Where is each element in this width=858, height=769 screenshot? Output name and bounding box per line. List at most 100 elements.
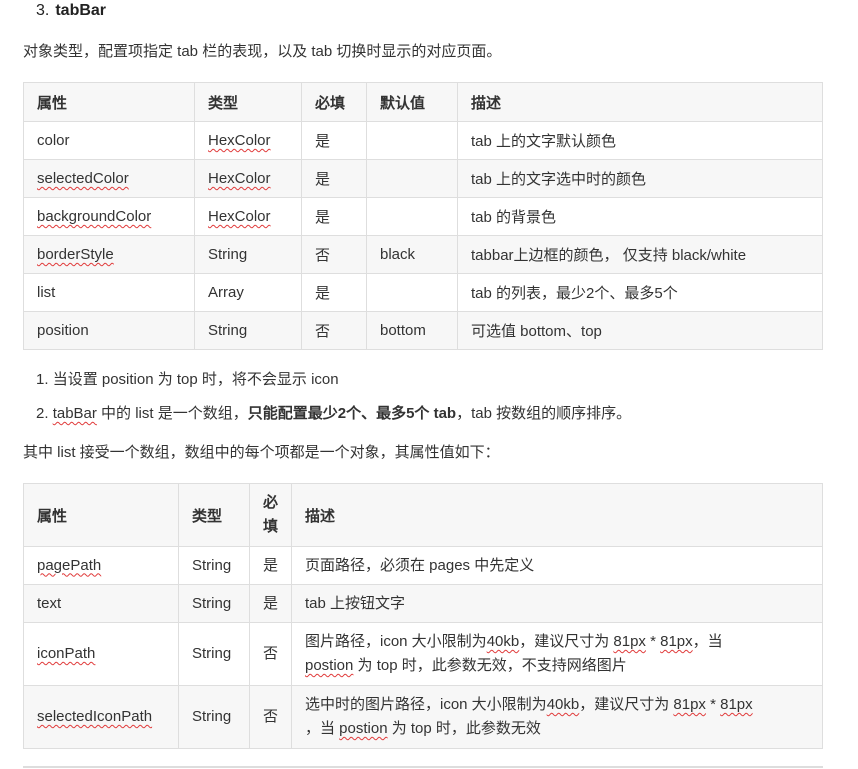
- default-cell: bottom: [366, 311, 458, 350]
- type-cell: HexColor: [194, 121, 302, 160]
- description-cell: 选中时的图片路径，icon 大小限制为40kb，建议尺寸为 81px * 81p…: [291, 685, 823, 749]
- description-term: 81px: [660, 633, 693, 650]
- header-cell: 属性: [23, 82, 195, 122]
- table-row: borderStyle String 否 black tabbar上边框的颜色，…: [23, 235, 823, 274]
- type-cell: String: [194, 235, 302, 274]
- table-row: selectedColor HexColor 是 tab 上的文字选中时的颜色: [23, 159, 823, 198]
- list-intro-paragraph: 其中 list 接受一个数组，数组中的每个项都是一个对象，其属性值如下：: [23, 444, 500, 461]
- description-cell: tab 的背景色: [457, 197, 823, 236]
- description-cell: tab 上按钮文字: [291, 584, 823, 623]
- property-text: backgroundColor: [37, 208, 152, 225]
- note-number: 2.: [36, 405, 49, 422]
- header-cell: 描述: [457, 82, 823, 122]
- table-header-row: 属性 类型 必填 描述: [23, 483, 823, 547]
- header-cell: 属性: [23, 483, 179, 547]
- heading-number: 3.: [36, 2, 50, 19]
- required-cell: 是: [301, 121, 367, 160]
- note-number: 1.: [36, 371, 49, 388]
- required-cell: 是: [301, 273, 367, 312]
- description-term: postion: [305, 657, 354, 674]
- section-heading: 3. tabBar: [36, 2, 106, 20]
- required-cell: 否: [301, 235, 367, 274]
- property-text: pagePath: [37, 556, 102, 574]
- type-text: HexColor: [208, 170, 271, 187]
- default-cell: [366, 273, 458, 312]
- default-cell: [366, 197, 458, 236]
- type-cell: String: [178, 546, 250, 585]
- property-cell: iconPath: [23, 622, 179, 686]
- header-text: 必: [263, 494, 279, 511]
- description-text: *: [705, 696, 721, 713]
- table-row: selectedIconPath String 否 选中时的图片路径，icon …: [23, 685, 823, 749]
- table-row: iconPath String 否 图片路径，icon 大小限制为40kb，建议…: [23, 622, 823, 686]
- heading-title: tabBar: [55, 2, 107, 19]
- property-text: iconPath: [37, 645, 96, 662]
- required-cell: 否: [249, 622, 292, 686]
- table-row: text String 是 tab 上按钮文字: [23, 584, 823, 623]
- description-text: ，建议尺寸为: [579, 696, 674, 713]
- description-text: ，当: [305, 720, 340, 737]
- header-cell: 类型: [178, 483, 250, 547]
- description-cell: 可选值 bottom、top: [457, 311, 823, 350]
- divider: [23, 766, 823, 768]
- description-cell: tab 上的文字选中时的颜色: [457, 159, 823, 198]
- description-term: 81px: [720, 696, 753, 713]
- tabbar-properties-table: 属性 类型 必填 默认值 描述 color HexColor 是 tab 上的文…: [23, 82, 823, 350]
- property-cell: pagePath: [23, 546, 179, 585]
- required-cell: 否: [249, 685, 292, 749]
- default-cell: [366, 159, 458, 198]
- intro-paragraph: 对象类型，配置项指定 tab 栏的表现，以及 tab 切换时显示的对应页面。: [23, 43, 502, 60]
- header-cell: 必填: [249, 483, 292, 547]
- description-cell: tab 上的文字默认颜色: [457, 121, 823, 160]
- header-cell: 描述: [291, 483, 823, 547]
- description-text: 图片路径，icon 大小限制为: [305, 633, 487, 650]
- list-item-properties-table: 属性 类型 必填 描述 pagePath String 是 页面路径，必须在 p…: [23, 483, 823, 749]
- description-text: *: [645, 633, 661, 650]
- type-cell: HexColor: [194, 159, 302, 198]
- required-cell: 否: [301, 311, 367, 350]
- notes-list: 1. 当设置 position 为 top 时，将不会显示 icon 2. ta…: [36, 368, 631, 436]
- type-cell: String: [178, 622, 250, 686]
- note-term: tabBar: [52, 405, 97, 422]
- description-text: 为 top 时，此参数无效，不支持网络图片: [353, 657, 627, 674]
- property-cell: borderStyle: [23, 235, 195, 274]
- description-term: 81px: [673, 696, 706, 713]
- type-text: HexColor: [208, 208, 271, 225]
- header-cell: 必填: [301, 82, 367, 122]
- description-term: 81px: [613, 633, 646, 650]
- header-text: 填: [263, 518, 279, 535]
- description-text: 选中时的图片路径，icon 大小限制为: [305, 696, 547, 713]
- property-cell: position: [23, 311, 195, 350]
- property-cell: selectedIconPath: [23, 685, 179, 749]
- property-text: selectedColor: [37, 170, 129, 187]
- property-text: selectedIconPath: [37, 708, 153, 725]
- header-cell: 默认值: [366, 82, 458, 122]
- property-cell: list: [23, 273, 195, 312]
- description-cell: tab 的列表，最少2个、最多5个: [457, 273, 823, 312]
- note-text: ，tab 按数组的顺序排序。: [456, 405, 632, 422]
- table-row: position String 否 bottom 可选值 bottom、top: [23, 311, 823, 350]
- description-cell: 页面路径，必须在 pages 中先定义: [291, 546, 823, 585]
- table-header-row: 属性 类型 必填 默认值 描述: [23, 82, 823, 122]
- type-cell: String: [178, 584, 250, 623]
- property-cell: text: [23, 584, 179, 623]
- description-cell: tabbar上边框的颜色， 仅支持 black/white: [457, 235, 823, 274]
- required-cell: 是: [249, 546, 292, 585]
- type-cell: String: [194, 311, 302, 350]
- note-item: 2. tabBar 中的 list 是一个数组，只能配置最少2个、最多5个 ta…: [36, 402, 631, 436]
- description-term: postion: [339, 720, 388, 737]
- default-cell: [366, 121, 458, 160]
- type-cell: String: [178, 685, 250, 749]
- required-cell: 是: [249, 584, 292, 623]
- note-text: 当设置 position 为 top 时，将不会显示 icon: [52, 371, 339, 388]
- description-text: ，当: [692, 633, 723, 650]
- type-text: HexColor: [208, 132, 271, 149]
- note-item: 1. 当设置 position 为 top 时，将不会显示 icon: [36, 368, 631, 402]
- description-text: ，建议尺寸为: [519, 633, 614, 650]
- description-cell: 图片路径，icon 大小限制为40kb，建议尺寸为 81px * 81px，当 p…: [291, 622, 823, 686]
- description-term: 40kb: [546, 696, 580, 713]
- table-row: backgroundColor HexColor 是 tab 的背景色: [23, 197, 823, 236]
- property-cell: backgroundColor: [23, 197, 195, 236]
- table-row: list Array 是 tab 的列表，最少2个、最多5个: [23, 273, 823, 312]
- required-cell: 是: [301, 197, 367, 236]
